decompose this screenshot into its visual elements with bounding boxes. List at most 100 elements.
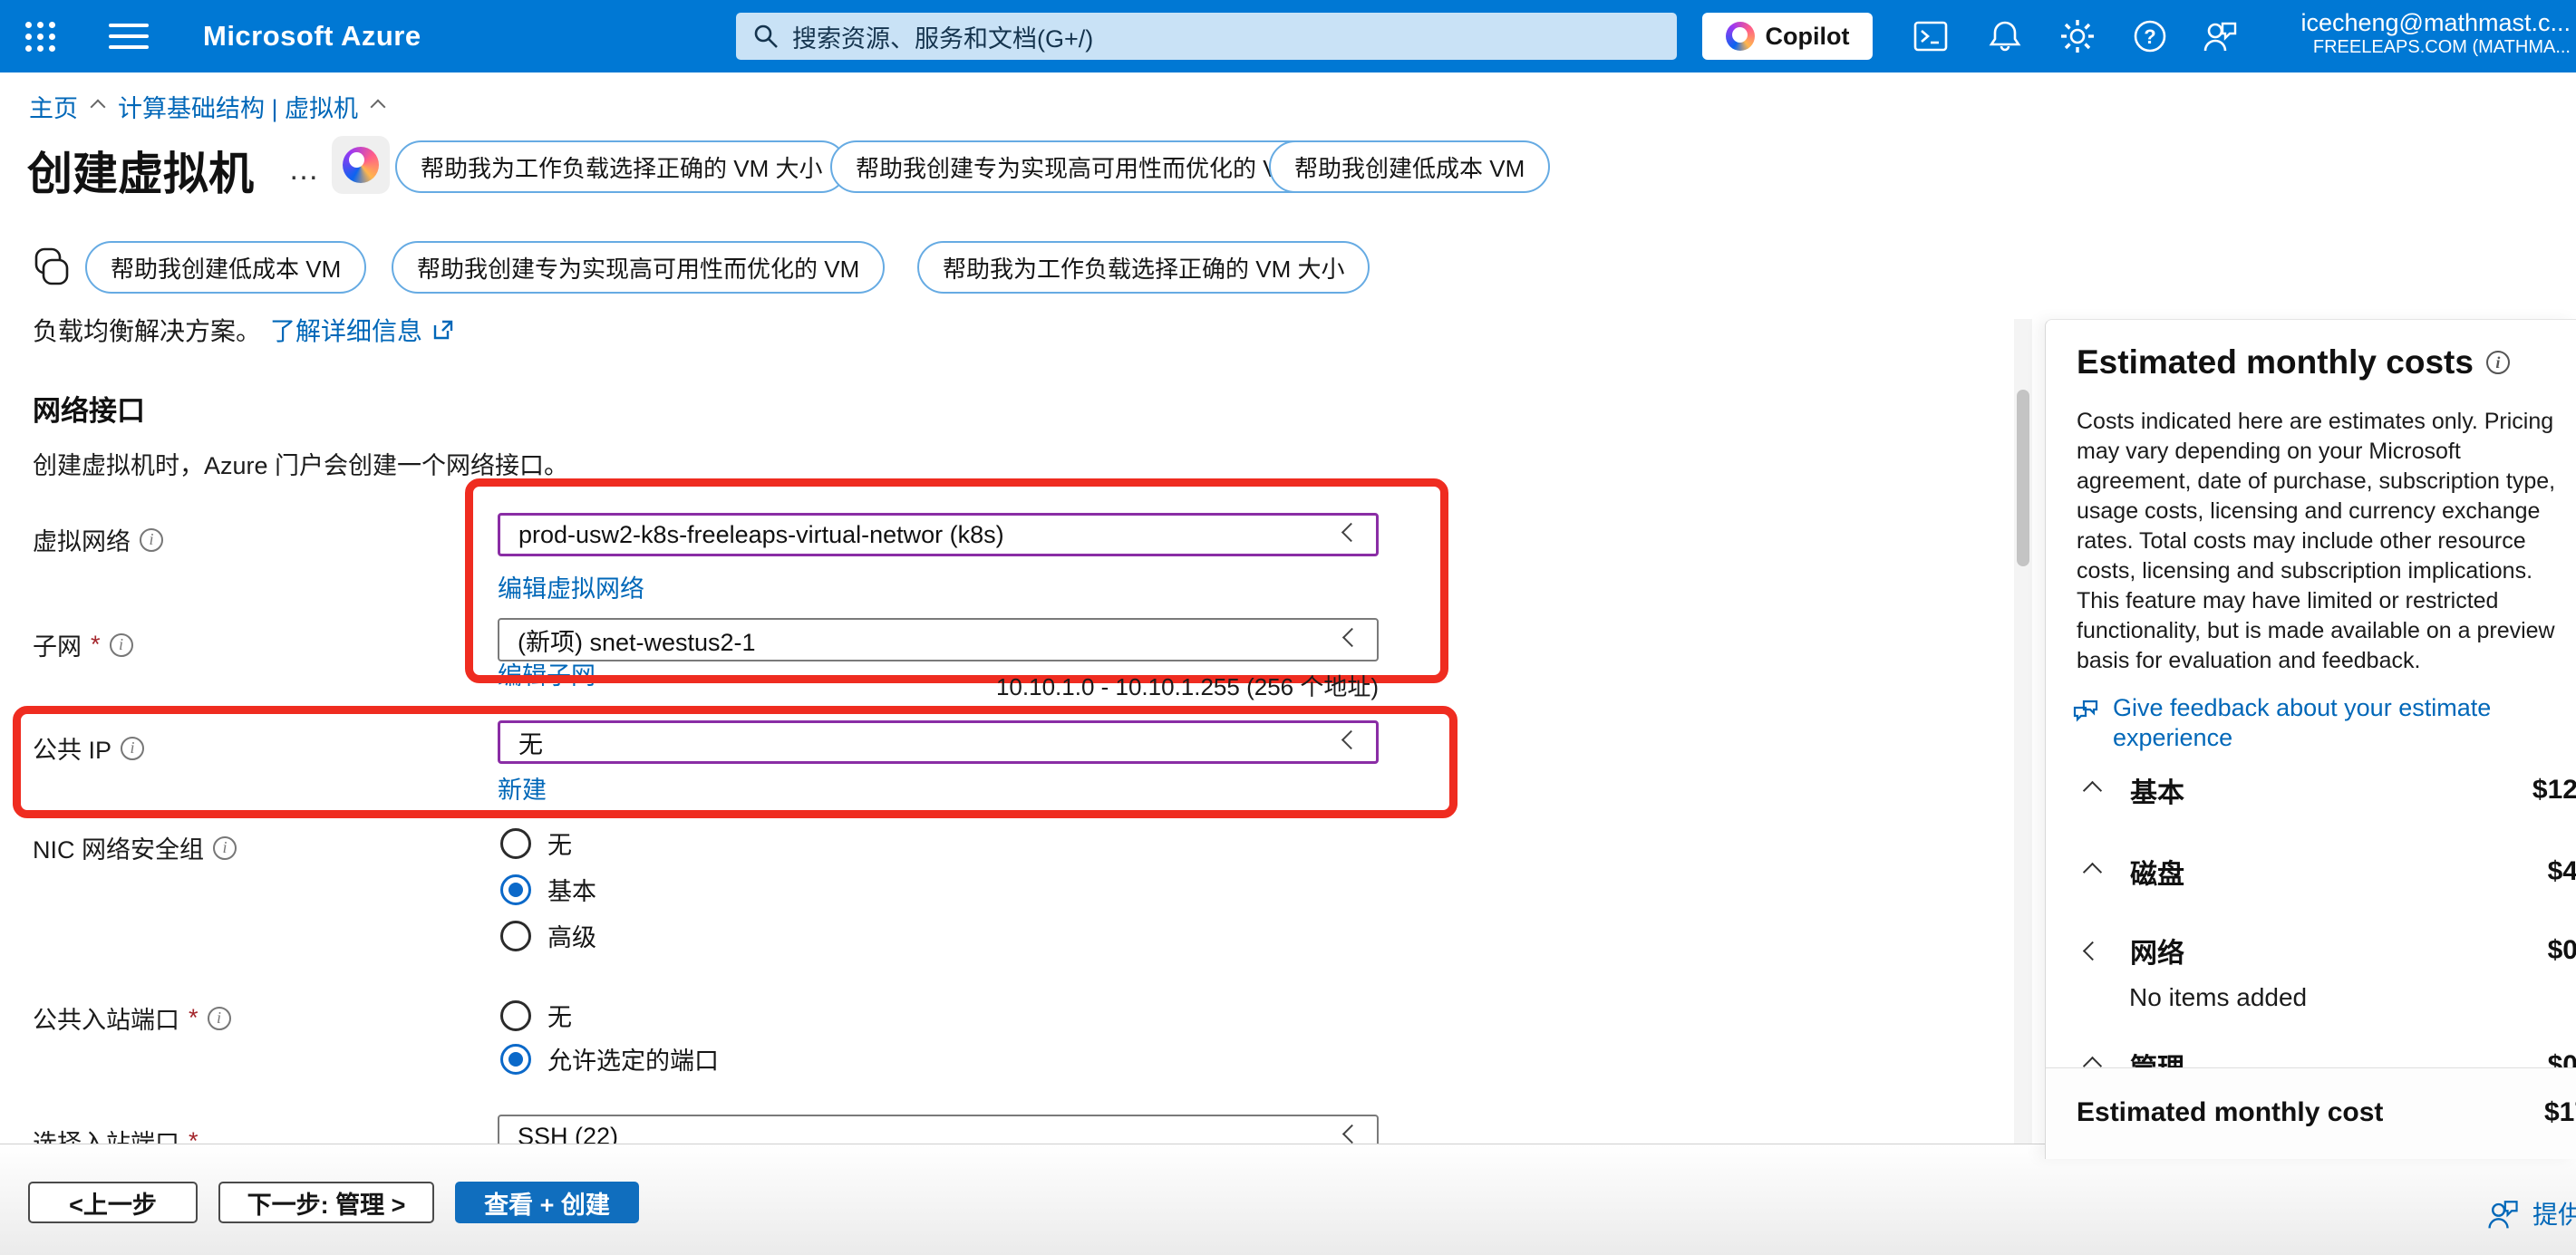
cost-row-disk[interactable]: 磁盘 $4.8	[2046, 849, 2576, 894]
hamburger-menu-icon[interactable]	[107, 20, 150, 53]
feedback-person-icon	[2485, 1195, 2522, 1231]
nic-nsg-label: NIC 网络安全组 i	[33, 830, 237, 865]
page-title: 创建虚拟机	[27, 138, 254, 203]
feedback-person-icon[interactable]	[2193, 9, 2248, 63]
copilot-button[interactable]: Copilot	[1702, 13, 1873, 60]
more-actions-button[interactable]: …	[288, 152, 321, 188]
label-text: 公共 IP	[33, 730, 111, 766]
estimate-feedback-text: Give feedback about your estimate experi…	[2113, 693, 2542, 753]
info-icon[interactable]: i	[121, 737, 144, 760]
help-icon[interactable]: ?	[2123, 9, 2177, 63]
cost-row-value: $12.9	[2532, 775, 2576, 806]
radio-selected-icon	[500, 874, 531, 905]
copilot-outline-icon	[31, 246, 73, 288]
waffle-dots	[25, 22, 55, 52]
radio-label: 基本	[547, 872, 596, 907]
next-step-button[interactable]: 下一步: 管理 >	[218, 1182, 434, 1223]
nic-nsg-radio-basic[interactable]: 基本	[500, 872, 596, 907]
copilot-icon	[1726, 22, 1755, 51]
public-inbound-ports-label: 公共入站端口 * i	[33, 1000, 231, 1036]
label-text: 公共入站端口	[33, 1000, 179, 1036]
cost-summary-bar: Estimated monthly cost $17	[2046, 1067, 2576, 1159]
subnet-label: 子网 * i	[33, 627, 133, 662]
info-icon[interactable]: i	[110, 633, 133, 657]
cost-summary-value: $17	[2544, 1097, 2576, 1128]
public-ip-label: 公共 IP i	[33, 730, 144, 766]
account-email: icecheng@mathmast.c...	[2300, 9, 2571, 37]
feedback-bubbles-icon	[2071, 697, 2102, 728]
nic-nsg-radio-advanced[interactable]: 高级	[500, 918, 596, 953]
review-create-button[interactable]: 查看 + 创建	[455, 1182, 639, 1223]
chevron-right-icon	[2083, 862, 2102, 881]
app-launcher-icon[interactable]	[20, 16, 60, 56]
copilot-suggestion-pill[interactable]: 帮助我创建低成本 VM	[1269, 140, 1550, 193]
chevron-down-icon	[2083, 941, 2102, 960]
search-icon	[752, 23, 780, 50]
cost-rows: 基本 $12.9 磁盘 $4.8 网络 $0.0 No items added …	[2046, 762, 2576, 1067]
search-input[interactable]: 搜索资源、服务和文档(G+/)	[736, 13, 1677, 60]
cost-row-management[interactable]: 管理 $0.0	[2046, 1043, 2576, 1067]
nic-nsg-radio-none[interactable]: 无	[500, 825, 572, 861]
copilot-button-label: Copilot	[1766, 23, 1850, 51]
edit-virtual-network-link[interactable]: 编辑虚拟网络	[498, 569, 644, 604]
chevron-down-icon	[1341, 522, 1361, 541]
search-placeholder: 搜索资源、服务和文档(G+/)	[792, 19, 1093, 54]
inbound-radio-allow-selected[interactable]: 允许选定的端口	[500, 1041, 719, 1076]
subnet-address-range: 10.10.1.0 - 10.10.1.255 (256 个地址)	[498, 669, 1379, 702]
cloud-shell-icon[interactable]	[1903, 9, 1958, 63]
info-icon[interactable]: i	[208, 1007, 231, 1030]
subnet-dropdown[interactable]: (新项) snet-westus2-1	[498, 618, 1379, 661]
cost-row-basic[interactable]: 基本 $12.9	[2046, 767, 2576, 813]
copilot-tile-button[interactable]	[332, 136, 390, 194]
copilot-suggestion-pill[interactable]: 帮助我创建专为实现高可用性而优化的 VM	[830, 140, 1323, 193]
cost-row-label: 基本	[2130, 770, 2184, 810]
inbound-radio-none[interactable]: 无	[500, 998, 572, 1033]
breadcrumb-section-link[interactable]: 计算基础结构 | 虚拟机	[118, 89, 358, 124]
cost-row-label: 磁盘	[2130, 852, 2184, 892]
cost-row-label: 管理	[2130, 1046, 2184, 1067]
footer-bar: <上一步 下一步: 管理 > 查看 + 创建 提供	[0, 1144, 2576, 1255]
copilot-suggestion-pill[interactable]: 帮助我为工作负载选择正确的 VM 大小	[395, 140, 847, 193]
learn-more-link[interactable]: 了解详细信息	[270, 317, 422, 348]
info-icon[interactable]: i	[2486, 351, 2510, 374]
estimate-feedback-link[interactable]: Give feedback about your estimate experi…	[2071, 693, 2542, 753]
chevron-down-icon	[1342, 1124, 1361, 1143]
info-icon[interactable]: i	[140, 528, 163, 552]
settings-gear-icon[interactable]	[2050, 9, 2105, 63]
estimated-costs-panel: Estimated monthly costs i Costs indicate…	[2045, 319, 2576, 1159]
section-description: 创建虚拟机时，Azure 门户会创建一个网络接口。	[33, 446, 568, 481]
intro-text: 负载均衡解决方案。	[33, 317, 261, 348]
radio-label: 无	[547, 825, 572, 861]
svg-text:?: ?	[2144, 25, 2155, 48]
radio-icon	[500, 921, 531, 951]
account-info[interactable]: icecheng@mathmast.c... FREELEAPS.COM (MA…	[2300, 9, 2571, 58]
notifications-bell-icon[interactable]	[1978, 9, 2032, 63]
cost-panel-description: Costs indicated here are estimates only.…	[2077, 407, 2573, 676]
cost-row-note: No items added	[2129, 983, 2307, 1012]
feedback-label: 提供	[2532, 1195, 2576, 1231]
cost-row-value: $0.0	[2548, 935, 2576, 966]
copilot-suggestion-pill[interactable]: 帮助我创建专为实现高可用性而优化的 VM	[392, 241, 885, 294]
virtual-network-dropdown[interactable]: prod-usw2-k8s-freeleaps-virtual-networ (…	[498, 513, 1379, 556]
info-icon[interactable]: i	[213, 836, 237, 860]
chevron-right-icon	[2083, 1056, 2102, 1067]
breadcrumb-chevron-icon	[371, 99, 386, 114]
public-ip-dropdown[interactable]: 无	[498, 720, 1379, 764]
breadcrumb-chevron-icon	[91, 99, 106, 114]
cost-row-network[interactable]: 网络 $0.0	[2046, 928, 2576, 973]
public-ip-value: 无	[518, 725, 1344, 760]
copilot-suggestion-pill[interactable]: 帮助我创建低成本 VM	[85, 241, 366, 294]
copilot-suggestion-pill[interactable]: 帮助我为工作负载选择正确的 VM 大小	[917, 241, 1370, 294]
brand-title: Microsoft Azure	[203, 20, 421, 53]
scrollbar-thumb[interactable]	[2017, 390, 2029, 566]
external-link-icon	[431, 318, 455, 342]
radio-selected-icon	[500, 1044, 531, 1075]
previous-step-button[interactable]: <上一步	[28, 1182, 198, 1223]
label-text: 子网	[33, 627, 82, 662]
virtual-network-label: 虚拟网络 i	[33, 522, 163, 557]
breadcrumb-home-link[interactable]: 主页	[29, 89, 78, 124]
cost-row-value: $0.0	[2548, 1050, 2576, 1067]
footer-feedback-link[interactable]: 提供	[2485, 1195, 2576, 1231]
create-new-public-ip-link[interactable]: 新建	[498, 770, 547, 806]
radio-label: 允许选定的端口	[547, 1041, 719, 1076]
